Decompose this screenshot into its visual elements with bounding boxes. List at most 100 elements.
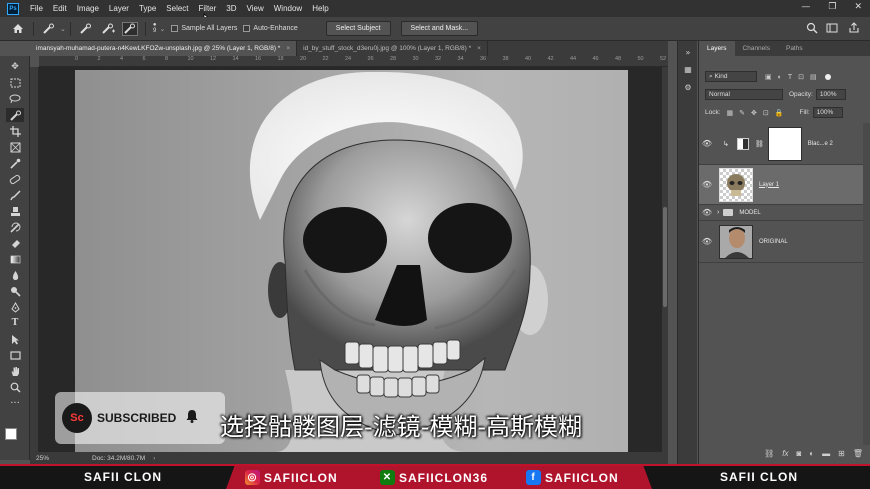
collapse-panel-icon[interactable]: » [681,46,695,58]
layer-mask-thumbnail [767,126,802,161]
chevron-down-icon[interactable]: ⌄ [60,25,66,33]
hand-tool-icon[interactable] [6,364,24,378]
new-selection-brush-icon[interactable] [78,22,94,36]
menu-filter[interactable]: Filter [194,4,222,13]
select-and-mask-button[interactable]: Select and Mask... [400,21,479,36]
adjustment-layer-icon[interactable]: ◐ [809,449,814,458]
layers-scrollbar[interactable] [863,123,870,445]
pen-tool-icon[interactable] [6,300,24,314]
menu-image[interactable]: Image [72,4,104,13]
menu-file[interactable]: File [25,4,48,13]
banner-name-left: SAFII CLON [84,470,162,484]
auto-enhance-checkbox[interactable]: Auto-Enhance [243,25,298,32]
trash-icon[interactable]: 🗑 [853,449,863,458]
maximize-button[interactable]: ❐ [828,2,836,12]
rectangle-tool-icon[interactable] [6,348,24,362]
fx-icon[interactable]: fx [782,449,788,458]
select-subject-button[interactable]: Select Subject [325,21,391,36]
chevron-right-icon[interactable]: › [717,209,719,216]
frame-tool-icon[interactable] [6,140,24,154]
visibility-eye-icon[interactable]: 👁 [699,180,715,189]
clone-stamp-tool-icon[interactable] [6,204,24,218]
filter-icons[interactable]: ▣◐T⊡▤ [765,73,823,81]
new-layer-icon[interactable]: ⊞ [838,449,845,458]
eyedropper-tool-icon[interactable] [6,156,24,170]
subtract-from-selection-brush-icon[interactable] [121,21,138,36]
filter-toggle-icon[interactable] [824,73,831,80]
layer-filter-select[interactable]: ⌕ Kind [705,71,757,82]
tab-layers[interactable]: Layers [699,41,735,56]
tab-paths[interactable]: Paths [778,41,811,56]
properties-icon[interactable]: ⚙ [681,81,695,93]
status-bar: 25% Doc: 34.2M/80.7M › [30,452,668,464]
gradient-tool-icon[interactable] [6,252,24,266]
lasso-tool-icon[interactable] [6,92,24,106]
layer-row-black-white[interactable]: 👁 ↳ ⛓ Blac...e 2 [699,123,863,165]
ruler-label: 18 [277,56,284,62]
zoom-level[interactable]: 25% [36,455,76,462]
type-tool-icon[interactable]: T [6,316,24,330]
home-icon[interactable] [10,22,26,36]
blend-mode-select[interactable]: Normal [705,89,783,100]
sample-all-layers-checkbox[interactable]: Sample All Layers [171,25,237,32]
new-group-icon[interactable]: ▬ [822,449,830,458]
fill-input[interactable]: 100% [812,107,843,118]
layer-name[interactable]: Blac...e 2 [808,141,833,147]
layer-row-model-group[interactable]: 👁 › MODEL [699,205,863,221]
vertical-scrollbar[interactable] [662,67,668,452]
menu-edit[interactable]: Edit [48,4,72,13]
menu-help[interactable]: Help [307,4,333,13]
link-layers-icon[interactable]: ⛓ [764,449,774,458]
minimize-button[interactable]: — [801,2,810,12]
marquee-tool-icon[interactable] [6,76,24,90]
tab-document-1[interactable]: imansyah-muhamad-putera-n4KewLKFOZw-unsp… [30,41,298,56]
chevron-down-icon[interactable]: ⌄ [160,25,166,33]
quick-selection-tool-icon[interactable] [41,22,57,36]
more-tools-icon[interactable]: ··· [6,396,24,410]
brush-size-picker[interactable]: ● 9 [153,22,157,35]
menu-layer[interactable]: Layer [104,4,134,13]
visibility-eye-icon[interactable]: 👁 [699,208,715,217]
foreground-color-swatch[interactable] [5,428,17,440]
layer-name[interactable]: Layer 1 [759,182,779,188]
chevron-right-icon[interactable]: › [153,455,155,462]
close-icon[interactable]: × [477,45,481,52]
ruler-label: 2 [97,56,101,62]
quick-selection-tool-icon[interactable] [6,108,24,122]
history-brush-tool-icon[interactable] [6,220,24,234]
share-icon[interactable] [848,22,860,36]
opacity-input[interactable]: 100% [815,89,846,100]
path-selection-tool-icon[interactable] [6,332,24,346]
layer-name[interactable]: MODEL [739,210,760,216]
tab-channels[interactable]: Channels [735,41,778,56]
close-window-button[interactable]: ✕ [854,2,862,12]
add-to-selection-brush-icon[interactable] [100,22,116,36]
close-icon[interactable]: × [286,45,290,52]
visibility-eye-icon[interactable]: 👁 [699,237,715,246]
menu-type[interactable]: Type [134,4,161,13]
visibility-eye-icon[interactable]: 👁 [699,139,715,148]
menu-3d[interactable]: 3D [221,4,241,13]
dodge-tool-icon[interactable] [6,284,24,298]
eraser-tool-icon[interactable] [6,236,24,250]
history-icon[interactable]: ▦ [681,63,695,75]
layer-name[interactable]: ORIGINAL [759,239,788,245]
workspace-icon[interactable] [826,22,838,36]
blur-tool-icon[interactable] [6,268,24,282]
menu-window[interactable]: Window [269,4,307,13]
zoom-tool-icon[interactable] [6,380,24,394]
healing-brush-tool-icon[interactable] [6,172,24,186]
tab-document-2[interactable]: id_by_stuff_stock_d3eru0j.jpg @ 100% (La… [297,41,488,56]
search-icon[interactable] [806,22,818,36]
layer-row-layer-1[interactable]: 👁 Layer 1 [699,165,863,205]
ruler-label: 0 [75,56,79,62]
layer-row-original[interactable]: 👁 ORIGINAL [699,221,863,263]
lock-icons[interactable]: ▦✎✥⊡🔒 [727,109,790,117]
move-tool-icon[interactable]: ✥ [6,60,24,74]
add-mask-icon[interactable]: ◙ [796,449,801,458]
brush-tool-icon[interactable] [6,188,24,202]
menu-select[interactable]: Select [161,4,193,13]
ruler-label: 16 [255,56,262,62]
menu-view[interactable]: View [242,4,269,13]
crop-tool-icon[interactable] [6,124,24,138]
